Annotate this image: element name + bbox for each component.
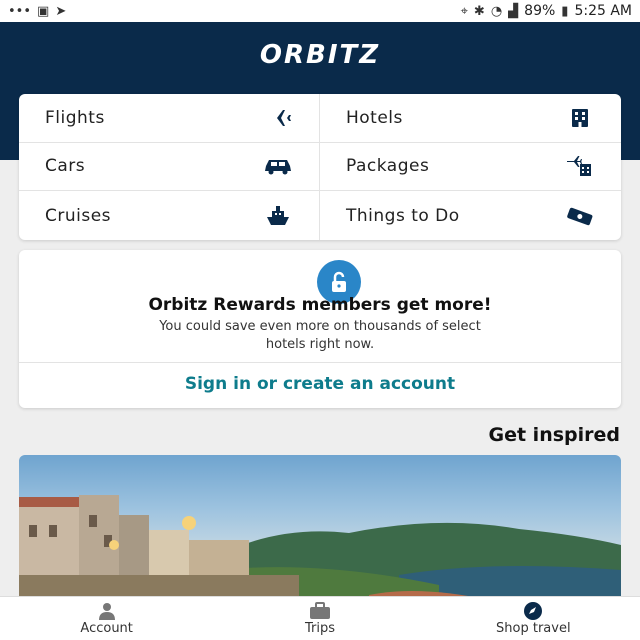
car-icon	[263, 154, 293, 178]
rewards-subtitle-line2: hotels right now.	[265, 337, 375, 352]
rewards-subtitle-line1: You could save even more on thousands of…	[159, 319, 481, 334]
more-dots-icon: •••	[8, 3, 32, 19]
inspiration-photo[interactable]	[19, 455, 621, 605]
product-hotels[interactable]: Hotels	[320, 94, 621, 143]
battery-percent: 89%	[524, 3, 556, 19]
orbitz-logo: ORBITZ	[259, 40, 381, 70]
nav-account[interactable]: Account	[47, 601, 167, 636]
get-inspired-title: Get inspired	[488, 424, 621, 446]
product-label-hotels: Hotels	[346, 107, 403, 128]
wifi-icon: ◔	[490, 3, 503, 19]
product-label-cars: Cars	[45, 156, 86, 177]
rewards-divider	[19, 362, 621, 363]
bottom-nav: Account Trips Shop travel	[0, 596, 640, 640]
product-grid: Flights Hotels Cars Packages Cruises Thi…	[19, 94, 621, 240]
ship-icon	[263, 204, 293, 228]
bluetooth-icon: ✱	[473, 3, 485, 19]
product-cars[interactable]: Cars	[19, 142, 320, 192]
product-cruises[interactable]: Cruises	[19, 191, 320, 240]
airplane-icon	[263, 106, 293, 130]
nav-shop-travel[interactable]: Shop travel	[473, 601, 593, 636]
nav-shop-travel-label: Shop travel	[496, 621, 571, 636]
location-icon: ⌖	[460, 3, 468, 19]
product-label-things-to-do: Things to Do	[346, 205, 460, 226]
product-flights[interactable]: Flights	[19, 94, 320, 143]
compass-icon	[523, 601, 543, 621]
nav-trips-label: Trips	[304, 621, 335, 636]
status-right: ⌖ ✱ ◔ ▟ 89% ▮ 5:25 AM	[461, 3, 632, 19]
rewards-title: Orbitz Rewards members get more!	[148, 295, 492, 315]
hotel-icon	[565, 106, 595, 130]
suitcase-icon	[309, 601, 331, 621]
product-things-to-do[interactable]: Things to Do	[320, 191, 621, 240]
clock: 5:25 AM	[574, 3, 632, 19]
person-icon	[97, 601, 117, 621]
status-bar: ••• ▣ ➤ ⌖ ✱ ◔ ▟ 89% ▮ 5:25 AM	[0, 0, 640, 22]
sign-in-link[interactable]: Sign in or create an account	[19, 374, 621, 394]
package-icon	[565, 154, 595, 178]
gallery-icon: ▣	[37, 3, 50, 19]
product-packages[interactable]: Packages	[320, 143, 621, 192]
battery-icon: ▮	[561, 3, 569, 19]
photo-town	[19, 495, 299, 605]
ticket-icon	[565, 204, 595, 228]
product-label-packages: Packages	[346, 156, 430, 177]
status-left: ••• ▣ ➤	[8, 4, 66, 19]
nav-account-label: Account	[80, 621, 133, 636]
send-icon: ➤	[55, 3, 67, 19]
product-label-cruises: Cruises	[45, 205, 112, 226]
product-label-flights: Flights	[45, 107, 105, 128]
nav-trips[interactable]: Trips	[260, 601, 380, 636]
signal-icon: ▟	[508, 3, 519, 19]
